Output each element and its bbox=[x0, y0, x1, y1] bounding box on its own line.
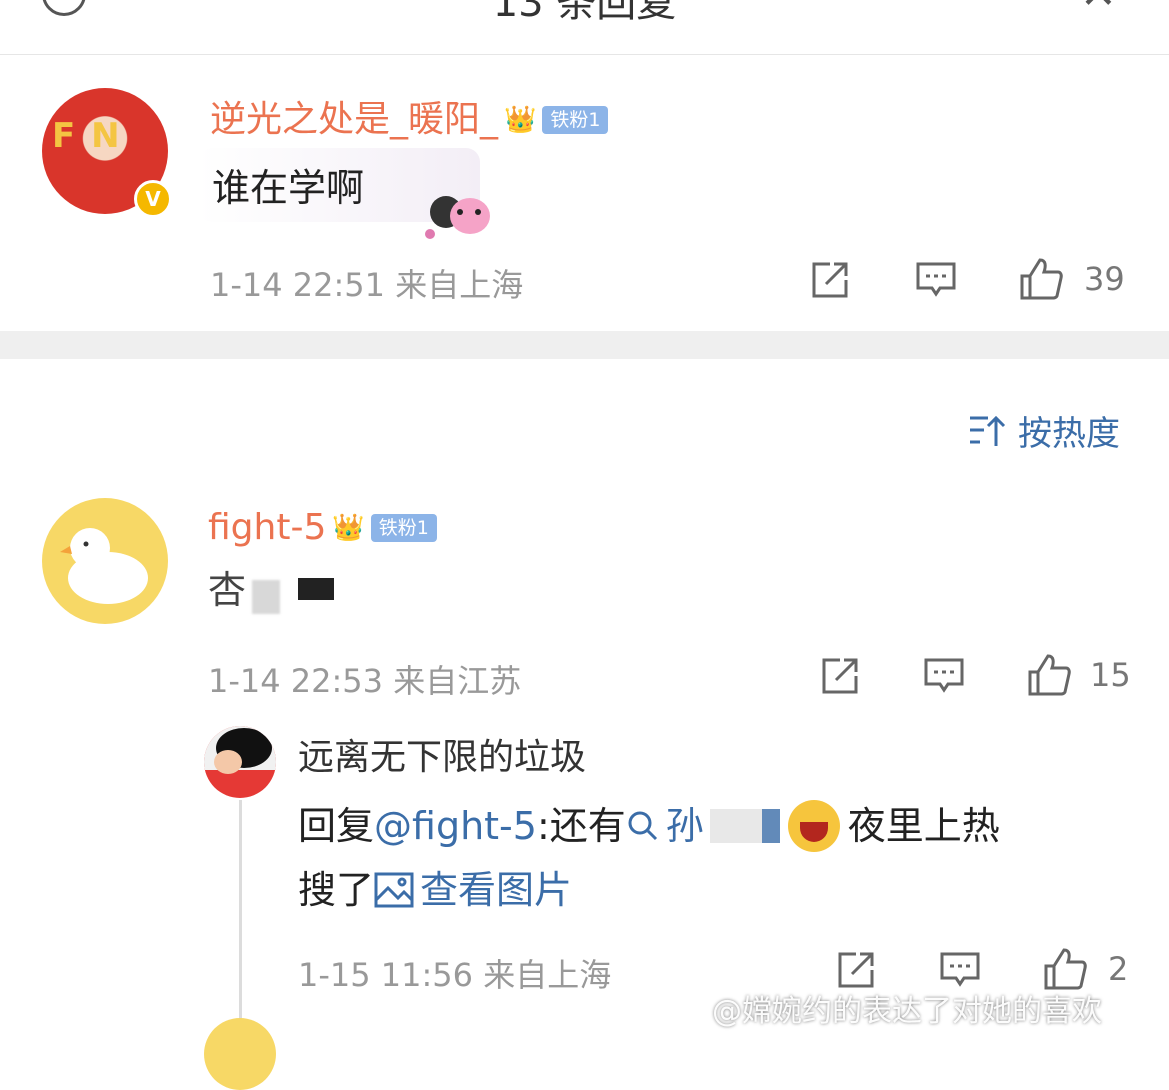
comment-meta: 1-15 11:56 来自上海 bbox=[298, 956, 612, 994]
blurred-text bbox=[298, 578, 334, 600]
sort-icon bbox=[970, 415, 1006, 446]
reply-body-2: 夜里上热 bbox=[847, 804, 1000, 848]
comment-text: 谁在学啊 bbox=[212, 166, 365, 210]
share-icon[interactable] bbox=[836, 950, 876, 990]
blurred-text bbox=[252, 580, 280, 614]
like-icon[interactable] bbox=[1026, 652, 1072, 698]
avatar[interactable] bbox=[42, 498, 168, 624]
sort-label: 按热度 bbox=[1018, 414, 1120, 454]
sub-reply-text: 回复 @fight-5 :还有 孙 夜里上热 bbox=[298, 800, 1000, 852]
username[interactable]: fight-5 bbox=[208, 506, 326, 550]
username[interactable]: 逆光之处是_暖阳_ bbox=[210, 98, 498, 142]
laugh-emoji-icon bbox=[787, 800, 840, 852]
top-bar: 13 条回复 ✕ bbox=[0, 0, 1169, 55]
search-term: 孙 bbox=[665, 804, 704, 848]
like-count: 15 bbox=[1090, 656, 1131, 694]
view-image-label: 查看图片 bbox=[420, 868, 573, 912]
comment-icon[interactable] bbox=[916, 260, 956, 300]
comment-icon[interactable] bbox=[940, 950, 980, 990]
avatar[interactable] bbox=[204, 1018, 276, 1090]
image-icon bbox=[374, 872, 414, 908]
reply-prefix: 回复 bbox=[298, 804, 375, 848]
reply-body-3: 搜了 bbox=[298, 868, 375, 912]
reply-body: :还有 bbox=[536, 804, 626, 848]
avatar[interactable] bbox=[204, 726, 276, 798]
watermark: @嫦婉约的表达了对她的喜欢 bbox=[712, 994, 1102, 1029]
blurred-text bbox=[761, 809, 780, 843]
avatar-art: F N bbox=[52, 116, 122, 156]
section-divider bbox=[0, 331, 1169, 359]
close-icon[interactable]: ✕ bbox=[1080, 0, 1117, 18]
comment-icon[interactable] bbox=[924, 656, 964, 696]
crown-icon: 👑 bbox=[504, 105, 537, 135]
comment-meta: 1-14 22:51 来自上海 bbox=[210, 266, 524, 304]
thread-line bbox=[239, 800, 242, 1036]
mention-link[interactable]: @fight-5 bbox=[374, 802, 537, 850]
crown-icon: 👑 bbox=[332, 513, 365, 543]
sort-button[interactable]: 按热度 bbox=[968, 406, 1120, 455]
fan-badge: 铁粉1 bbox=[370, 514, 437, 542]
like-count: 2 bbox=[1108, 950, 1129, 988]
sub-reply-username[interactable]: 远离无下限的垃圾 bbox=[298, 734, 586, 782]
blurred-text bbox=[709, 809, 762, 843]
like-count: 39 bbox=[1084, 260, 1125, 298]
sticker-icon bbox=[418, 186, 496, 242]
share-icon[interactable] bbox=[810, 260, 850, 300]
search-icon bbox=[628, 811, 657, 841]
view-image-link[interactable]: 查看图片 bbox=[374, 866, 572, 914]
fan-badge: 铁粉1 bbox=[542, 106, 609, 134]
comment-meta: 1-14 22:53 来自江苏 bbox=[208, 662, 522, 700]
like-icon[interactable] bbox=[1018, 256, 1064, 302]
comment-text: 杏 bbox=[208, 568, 247, 612]
share-icon[interactable] bbox=[820, 656, 860, 696]
search-topic-link[interactable]: 孙 bbox=[626, 802, 780, 850]
verified-icon: V bbox=[134, 180, 172, 218]
page-title: 13 条回复 bbox=[492, 0, 677, 26]
sub-reply-text-line2: 搜了 查看图片 bbox=[298, 866, 572, 914]
